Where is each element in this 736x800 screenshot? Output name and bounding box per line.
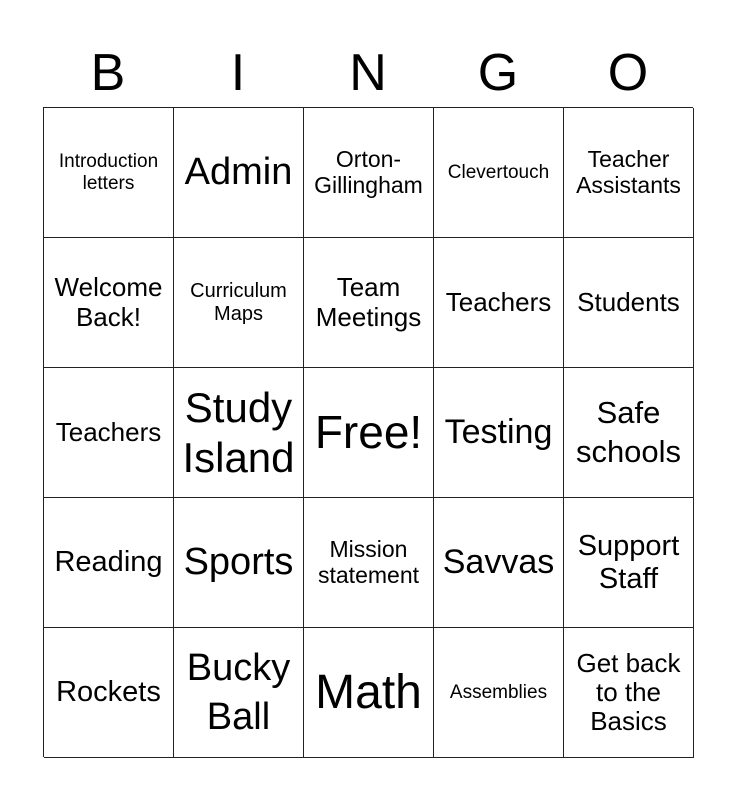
cell-text: Support Staff: [577, 530, 680, 595]
bingo-cell[interactable]: Reading: [44, 498, 174, 628]
cell-text: Orton- Gillingham: [314, 145, 423, 198]
bingo-cell[interactable]: Testing: [434, 368, 564, 498]
cell-text: Admin: [184, 151, 293, 194]
bingo-cell[interactable]: Mission statement: [304, 498, 434, 628]
bingo-cell[interactable]: Teachers: [44, 368, 174, 498]
bingo-cell[interactable]: Get back to the Basics: [564, 628, 694, 758]
cell-text: Teachers: [55, 416, 162, 447]
cell-text: Mission statement: [318, 535, 419, 588]
header-letter-b: B: [90, 44, 126, 102]
header-letter-n: N: [349, 44, 387, 102]
cell-text: Reading: [54, 546, 163, 579]
bingo-cell[interactable]: Sports: [174, 498, 304, 628]
cell-text: Welcome Back!: [54, 272, 163, 332]
bingo-header: B I N G O: [43, 40, 693, 106]
bingo-cell[interactable]: Admin: [174, 108, 304, 238]
bingo-cell[interactable]: Teachers: [434, 238, 564, 368]
free-space-cell[interactable]: Free!: [304, 368, 434, 498]
cell-text: Savvas: [442, 543, 555, 582]
bingo-cell[interactable]: Rockets: [44, 628, 174, 758]
bingo-cell[interactable]: Assemblies: [434, 628, 564, 758]
cell-text: Study Island: [182, 383, 295, 481]
bingo-cell[interactable]: Students: [564, 238, 694, 368]
bingo-cell[interactable]: Bucky Ball: [174, 628, 304, 758]
cell-text: Curriculum Maps: [190, 280, 287, 325]
bingo-cell[interactable]: Introduction letters: [44, 108, 174, 238]
cell-text: Bucky Ball: [186, 646, 291, 738]
bingo-cell[interactable]: Study Island: [174, 368, 304, 498]
bingo-cell[interactable]: Safe schools: [564, 368, 694, 498]
cell-text: Safe schools: [575, 394, 682, 469]
cell-text: Clevertouch: [447, 161, 550, 183]
header-letter-g: G: [477, 44, 519, 102]
bingo-cell[interactable]: Orton- Gillingham: [304, 108, 434, 238]
cell-text: Free!: [314, 405, 423, 458]
bingo-cell[interactable]: Curriculum Maps: [174, 238, 304, 368]
cell-text: Students: [577, 286, 680, 317]
bingo-cell[interactable]: Team Meetings: [304, 238, 434, 368]
header-letter-i: I: [230, 44, 246, 102]
header-letter-o: O: [607, 44, 649, 102]
cell-text: Introduction letters: [58, 151, 159, 194]
bingo-cell[interactable]: Clevertouch: [434, 108, 564, 238]
cell-text: Teachers: [445, 286, 552, 317]
cell-text: Assemblies: [449, 681, 548, 703]
cell-text: Testing: [444, 413, 553, 452]
cell-text: Rockets: [56, 676, 161, 709]
cell-text: Get back to the Basics: [576, 647, 681, 737]
cell-text: Team Meetings: [315, 272, 422, 332]
bingo-cell[interactable]: Math: [304, 628, 434, 758]
cell-text: Sports: [183, 541, 294, 584]
cell-text: Teacher Assistants: [576, 145, 681, 198]
bingo-cell[interactable]: Support Staff: [564, 498, 694, 628]
bingo-card: Introduction letters Admin Orton- Gillin…: [43, 107, 694, 758]
bingo-cell[interactable]: Savvas: [434, 498, 564, 628]
bingo-cell[interactable]: Teacher Assistants: [564, 108, 694, 238]
bingo-cell[interactable]: Welcome Back!: [44, 238, 174, 368]
cell-text: Math: [315, 665, 422, 719]
